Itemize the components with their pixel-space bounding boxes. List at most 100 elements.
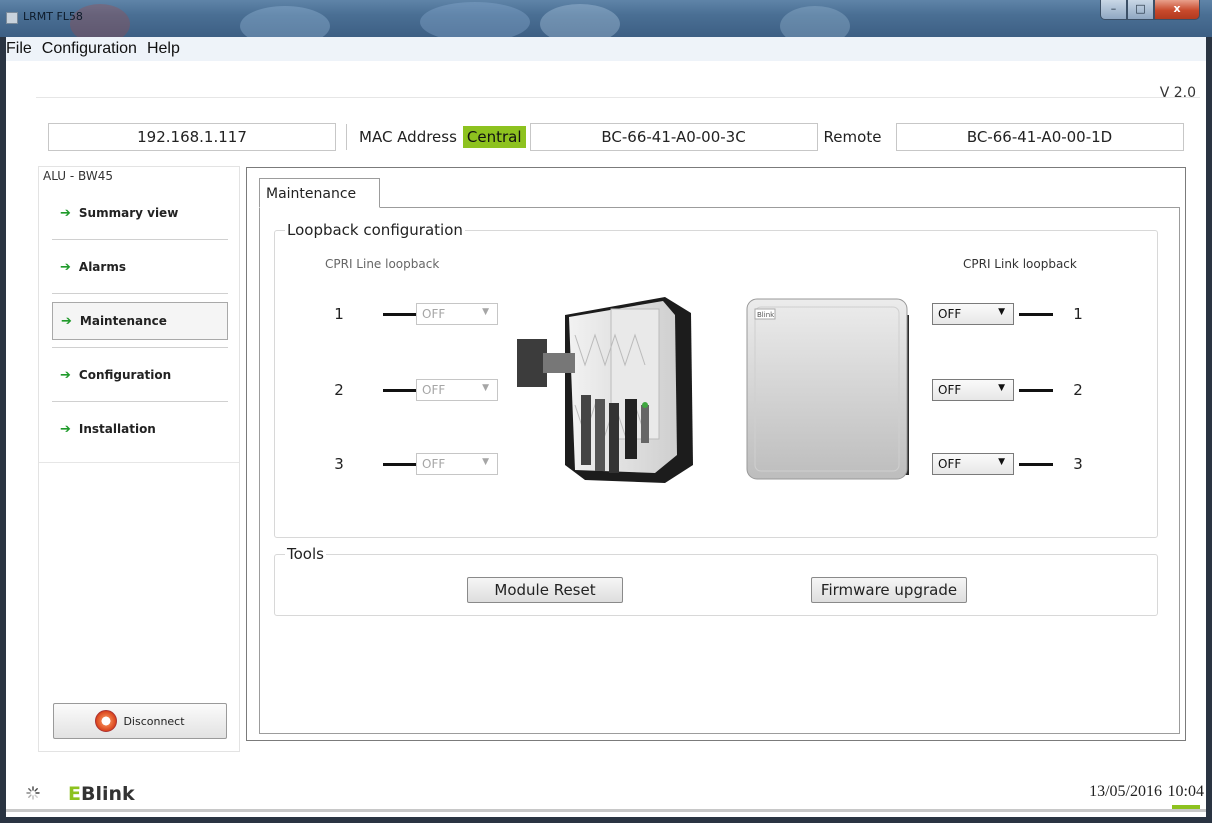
sidebar-item-label: Installation [78,422,156,436]
chevron-down-icon: ▼ [998,383,1005,393]
chevron-down-icon: ▼ [482,383,489,393]
status-bar: EBlink 13/05/2016 10:04 [6,773,1206,817]
remote-mac-field: BC-66-41-A0-00-1D [895,123,1184,151]
main-panel: Maintenance Loopback configuration CPRI … [246,167,1186,741]
connector-line [383,313,417,316]
tab-maintenance[interactable]: Maintenance [259,178,380,208]
link-port-number: 3 [1073,455,1083,473]
select-value: OFF [422,307,446,321]
line-port-number: 3 [334,455,344,473]
sidebar: ALU - BW45 ➔ Summary view ➔ Alarms ➔ Mai… [38,166,240,752]
tools-group: Tools Module Reset Firmware upgrade [274,545,1158,616]
sidebar-item-maintenance[interactable]: ➔ Maintenance [52,302,228,340]
tab-content: Loopback configuration CPRI Line loopbac… [259,207,1180,734]
connector-line [1019,313,1053,316]
tools-group-title: Tools [285,545,326,563]
arrow-right-icon: ➔ [60,421,71,437]
central-unit-image [517,297,693,483]
line-loopback-select-1: OFF ▼ [416,303,498,325]
close-button[interactable]: x [1154,0,1200,20]
line-port-number: 1 [334,305,344,323]
window-title: LRMT FL58 [23,10,83,23]
central-mac-field: BC-66-41-A0-00-3C [529,123,818,151]
titlebar-decoration [540,4,620,37]
remote-unit-image: Blink [746,298,909,480]
loading-spinner-icon [26,786,40,800]
sidebar-item-label: Alarms [78,260,126,274]
link-loopback-select-2[interactable]: OFF ▼ [932,379,1014,401]
app-icon [6,12,18,24]
select-value: OFF [938,307,962,321]
line-loopback-select-3: OFF ▼ [416,453,498,475]
divider [52,239,228,240]
link-port-number: 2 [1073,381,1083,399]
cpri-link-loopback-label: CPRI Link loopback [963,257,1077,271]
sidebar-item-label: Summary view [78,206,179,220]
firmware-upgrade-button[interactable]: Firmware upgrade [811,577,967,603]
divider [346,124,347,150]
client-area: V 2.0 192.168.1.117 MAC Address Central … [6,61,1206,817]
central-badge: Central [462,126,526,148]
divider [52,401,228,402]
menu-configuration[interactable]: Configuration [42,40,143,58]
select-value: OFF [938,457,962,471]
loopback-group-title: Loopback configuration [285,221,465,239]
eblink-logo: EBlink [68,783,135,805]
line-port-number: 2 [334,381,344,399]
titlebar-decoration [780,6,850,37]
chevron-down-icon: ▼ [998,307,1005,317]
disconnect-icon [95,710,118,732]
remote-label: Remote [823,128,882,146]
arrow-right-icon: ➔ [60,205,71,221]
window-titlebar: LRMT FL58 – □ x [0,0,1212,37]
menu-help[interactable]: Help [147,40,186,58]
status-date: 13/05/2016 [1089,783,1162,800]
titlebar-decoration [240,6,330,37]
loopback-group: Loopback configuration CPRI Line loopbac… [274,221,1158,538]
sidebar-item-configuration[interactable]: ➔ Configuration [52,356,228,394]
minimize-button[interactable]: – [1100,0,1127,20]
link-loopback-select-1[interactable]: OFF ▼ [932,303,1014,325]
select-value: OFF [938,383,962,397]
status-time: 10:04 [1167,783,1204,800]
chevron-down-icon: ▼ [998,457,1005,467]
mac-address-label: MAC Address [359,128,457,146]
menu-bar: File Configuration Help [6,37,1206,61]
connector-line [383,389,417,392]
menu-file[interactable]: File [6,40,38,58]
divider [52,293,228,294]
divider [36,97,1200,98]
arrow-right-icon: ➔ [60,259,71,275]
status-divider [6,809,1206,812]
chevron-down-icon: ▼ [482,307,489,317]
select-value: OFF [422,383,446,397]
arrow-right-icon: ➔ [60,367,71,383]
link-port-number: 1 [1073,305,1083,323]
sidebar-item-installation[interactable]: ➔ Installation [52,410,228,448]
select-value: OFF [422,457,446,471]
titlebar-decoration [420,2,530,37]
divider [52,347,228,348]
link-loopback-select-3[interactable]: OFF ▼ [932,453,1014,475]
maximize-button[interactable]: □ [1127,0,1154,20]
connector-line [1019,389,1053,392]
ip-address-field: 192.168.1.117 [48,123,336,151]
device-name: ALU - BW45 [43,169,113,183]
arrow-right-icon: ➔ [61,313,72,329]
connector-line [1019,463,1053,466]
disconnect-button[interactable]: Disconnect [53,703,227,739]
module-reset-button[interactable]: Module Reset [467,577,623,603]
version-label: V 2.0 [1159,85,1196,101]
line-loopback-select-2: OFF ▼ [416,379,498,401]
disconnect-label: Disconnect [123,714,185,728]
connector-line [383,463,417,466]
sidebar-item-label: Configuration [78,368,172,382]
window-controls: – □ x [1100,0,1200,20]
chevron-down-icon: ▼ [482,457,489,467]
sidebar-item-alarms[interactable]: ➔ Alarms [52,248,228,286]
device-brand-label: Blink [757,311,775,319]
sidebar-item-summary-view[interactable]: ➔ Summary view [52,194,228,232]
cpri-line-loopback-label: CPRI Line loopback [325,257,440,271]
connection-row: 192.168.1.117 MAC Address Central BC-66-… [48,121,1184,153]
divider [39,462,239,463]
